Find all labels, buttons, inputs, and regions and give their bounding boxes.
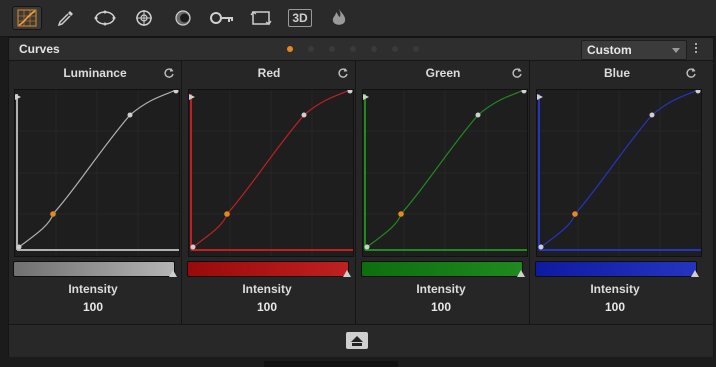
- curves-icon: [17, 9, 37, 27]
- control-point[interactable]: [190, 244, 196, 250]
- page-dot[interactable]: [329, 46, 335, 52]
- expand-button[interactable]: [346, 332, 368, 349]
- tracker-tool-button[interactable]: [129, 6, 159, 30]
- curve-channel-blue: Blue Intensity 100: [531, 60, 703, 324]
- page-dots: [287, 46, 434, 52]
- page-dot[interactable]: [392, 46, 398, 52]
- preset-label: Custom: [587, 43, 632, 57]
- control-point[interactable]: [173, 90, 179, 94]
- control-point[interactable]: [538, 244, 544, 250]
- chevron-down-icon: [672, 48, 680, 53]
- channel-title: Blue: [603, 66, 630, 80]
- page-dot[interactable]: [371, 46, 377, 52]
- reset-icon[interactable]: [685, 67, 697, 79]
- reset-icon[interactable]: [163, 67, 175, 79]
- blur-icon: [175, 10, 191, 26]
- eject-icon: [351, 335, 363, 346]
- bottom-strip: [264, 361, 398, 367]
- intensity-value[interactable]: 100: [183, 300, 351, 314]
- control-point[interactable]: [695, 90, 701, 94]
- more-options-icon[interactable]: [695, 43, 698, 55]
- reset-icon[interactable]: [511, 67, 523, 79]
- eyedropper-tool-button[interactable]: [51, 6, 81, 30]
- reset-icon[interactable]: [337, 67, 349, 79]
- channel-header: Blue: [531, 60, 703, 85]
- control-point-selected[interactable]: [572, 211, 578, 217]
- curve-graph[interactable]: [536, 89, 702, 257]
- 3d-icon: 3D: [288, 9, 312, 27]
- intensity-bar[interactable]: [361, 261, 523, 277]
- intensity-handle[interactable]: [517, 270, 525, 277]
- page-dot[interactable]: [350, 46, 356, 52]
- control-point[interactable]: [521, 90, 527, 94]
- curve-channel-luminance: Luminance Intensity 100: [9, 60, 182, 324]
- channel-header: Green: [357, 60, 529, 85]
- intensity-value[interactable]: 100: [531, 300, 699, 314]
- flame-icon: [332, 9, 346, 25]
- channel-header: Red: [183, 60, 355, 85]
- control-point-selected[interactable]: [398, 211, 404, 217]
- channel-title: Green: [425, 66, 461, 80]
- eyedropper-icon: [57, 11, 73, 27]
- channel-title: Red: [257, 66, 281, 80]
- intensity-value[interactable]: 100: [9, 300, 177, 314]
- control-point[interactable]: [301, 112, 307, 118]
- intensity-label: Intensity: [416, 282, 466, 296]
- toolbar: 3D: [0, 0, 716, 37]
- intensity-handle[interactable]: [691, 270, 699, 277]
- channel-title: Luminance: [63, 66, 127, 80]
- curve-graph[interactable]: [188, 89, 354, 257]
- preset-dropdown[interactable]: Custom: [581, 40, 687, 60]
- intensity-label: Intensity: [68, 282, 118, 296]
- control-point[interactable]: [127, 112, 133, 118]
- intensity-handle[interactable]: [343, 270, 351, 277]
- control-point[interactable]: [475, 112, 481, 118]
- intensity-bar[interactable]: [13, 261, 175, 277]
- control-point-selected[interactable]: [50, 211, 56, 217]
- intensity-label: Intensity: [590, 282, 640, 296]
- curve-graph[interactable]: [14, 89, 180, 257]
- control-point[interactable]: [16, 244, 22, 250]
- intensity-bar[interactable]: [535, 261, 697, 277]
- page-dot[interactable]: [308, 46, 314, 52]
- panel-title: Curves: [19, 42, 60, 56]
- intensity-label: Intensity: [242, 282, 292, 296]
- curve-channel-red: Red Intensity 100: [183, 60, 356, 324]
- sizing-icon: [250, 11, 272, 25]
- 3d-tool-button[interactable]: 3D: [285, 6, 315, 30]
- channel-header: Luminance: [9, 60, 181, 85]
- blur-tool-button[interactable]: [168, 6, 198, 30]
- curves-panel: Curves Custom Luminance Intensity 100 Re…: [8, 37, 714, 357]
- curves-tool-button[interactable]: [12, 6, 42, 30]
- window-tool-button[interactable]: [90, 6, 120, 30]
- sizing-tool-button[interactable]: [246, 6, 276, 30]
- control-point[interactable]: [347, 90, 353, 94]
- panel-header: Curves Custom: [9, 38, 713, 61]
- window-icon: [94, 10, 116, 26]
- control-point-selected[interactable]: [224, 211, 230, 217]
- key-icon: [210, 12, 233, 24]
- key-tool-button[interactable]: [207, 6, 237, 30]
- panel-footer: [9, 324, 713, 357]
- intensity-handle[interactable]: [169, 270, 177, 277]
- tracker-icon: [136, 10, 152, 26]
- curve-graph[interactable]: [362, 89, 528, 257]
- intensity-value[interactable]: 100: [357, 300, 525, 314]
- page-dot[interactable]: [287, 46, 293, 52]
- control-point[interactable]: [364, 244, 370, 250]
- control-point[interactable]: [649, 112, 655, 118]
- page-dot[interactable]: [413, 46, 419, 52]
- fx-tool-button[interactable]: [324, 6, 354, 30]
- intensity-bar[interactable]: [187, 261, 349, 277]
- curve-channel-green: Green Intensity 100: [357, 60, 530, 324]
